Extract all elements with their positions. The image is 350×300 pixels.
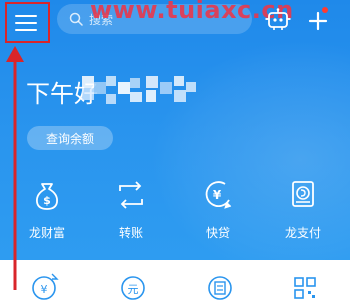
- dollar-bag-icon: $: [36, 183, 58, 210]
- yen-exchange-icon[interactable]: ¥: [30, 272, 60, 300]
- robot-assistant-icon[interactable]: [264, 8, 292, 32]
- yuan-wallet-icon[interactable]: 元: [118, 272, 148, 300]
- svg-text:$: $: [43, 194, 51, 207]
- check-balance-button[interactable]: 查询余额: [27, 126, 113, 150]
- annotation-highlight-box: [5, 2, 50, 43]
- quick-action-label: 快贷: [205, 226, 230, 240]
- search-icon: [69, 12, 83, 26]
- svg-text:¥: ¥: [41, 283, 48, 296]
- quick-action-label: 龙支付: [284, 226, 321, 240]
- quick-action-long-pay[interactable]: 龙支付: [273, 178, 333, 241]
- quick-action-quick-loan[interactable]: ¥ 快贷: [188, 178, 248, 241]
- notification-dot: [322, 7, 328, 13]
- header-banner: 搜索 www.tuiaxc.cn 下午好 查询余额 $ 龙财富 转账 ¥ 快贷 …: [0, 0, 350, 260]
- phone-pay-icon: [292, 181, 314, 207]
- svg-text:¥: ¥: [213, 188, 222, 202]
- bill-icon[interactable]: [205, 272, 235, 300]
- redacted-username-mosaic: [82, 76, 196, 104]
- quick-action-wealth[interactable]: $ 龙财富: [17, 178, 77, 241]
- quick-action-label: 龙财富: [28, 226, 65, 240]
- yen-coin-icon: ¥: [205, 181, 232, 209]
- svg-text:元: 元: [128, 283, 139, 296]
- transfer-icon: [119, 181, 143, 209]
- qr-code-icon[interactable]: [290, 272, 320, 300]
- secondary-menu-row: ¥ 元: [0, 260, 350, 300]
- quick-action-transfer[interactable]: 转账: [101, 178, 161, 241]
- quick-action-label: 转账: [118, 226, 143, 240]
